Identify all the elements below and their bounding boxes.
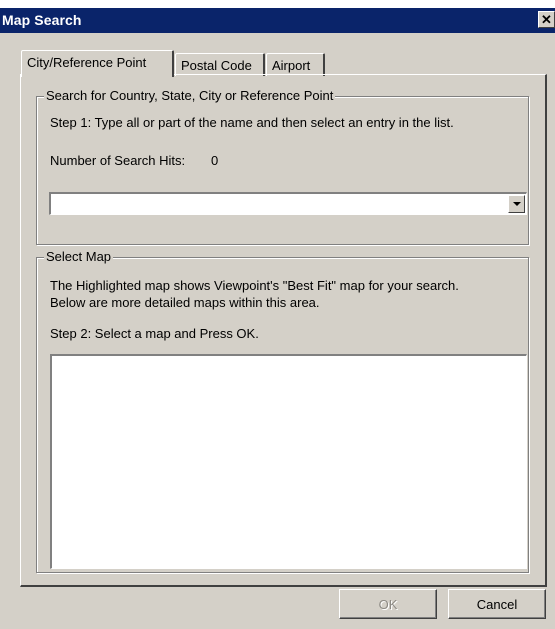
tab-city-reference-point[interactable]: City/Reference Point <box>21 50 174 77</box>
tab-panel: Search for Country, State, City or Refer… <box>20 74 547 587</box>
map-search-dialog: Map Search ✕ City/Reference Point Postal… <box>0 8 555 629</box>
search-group-legend: Search for Country, State, City or Refer… <box>44 88 336 103</box>
select-map-group: Select Map The Highlighted map shows Vie… <box>36 249 529 573</box>
best-fit-description: The Highlighted map shows Viewpoint's "B… <box>50 278 459 293</box>
tab-label: Airport <box>272 58 311 73</box>
tab-label: City/Reference Point <box>27 55 147 70</box>
search-group: Search for Country, State, City or Refer… <box>36 88 529 245</box>
title-bar: Map Search ✕ <box>0 8 555 33</box>
cancel-button[interactable]: Cancel <box>448 589 546 619</box>
step1-instructions: Step 1: Type all or part of the name and… <box>50 115 454 130</box>
location-search-combobox[interactable] <box>49 192 527 215</box>
tab-airport[interactable]: Airport <box>266 53 325 76</box>
map-list[interactable] <box>50 354 527 569</box>
select-map-legend: Select Map <box>44 249 114 264</box>
chevron-down-icon <box>512 202 521 206</box>
search-hits-count: 0 <box>211 153 219 168</box>
dropdown-button[interactable] <box>508 195 525 213</box>
step2-instructions: Step 2: Select a map and Press OK. <box>50 326 259 341</box>
tab-label: Postal Code <box>181 58 252 73</box>
close-icon[interactable]: ✕ <box>538 11 555 28</box>
window-title: Map Search <box>2 12 82 28</box>
search-hits-label: Number of Search Hits: <box>50 153 186 168</box>
detail-maps-description: Below are more detailed maps within this… <box>50 295 320 310</box>
ok-button[interactable]: OK <box>339 589 437 619</box>
tab-postal-code[interactable]: Postal Code <box>175 53 265 76</box>
